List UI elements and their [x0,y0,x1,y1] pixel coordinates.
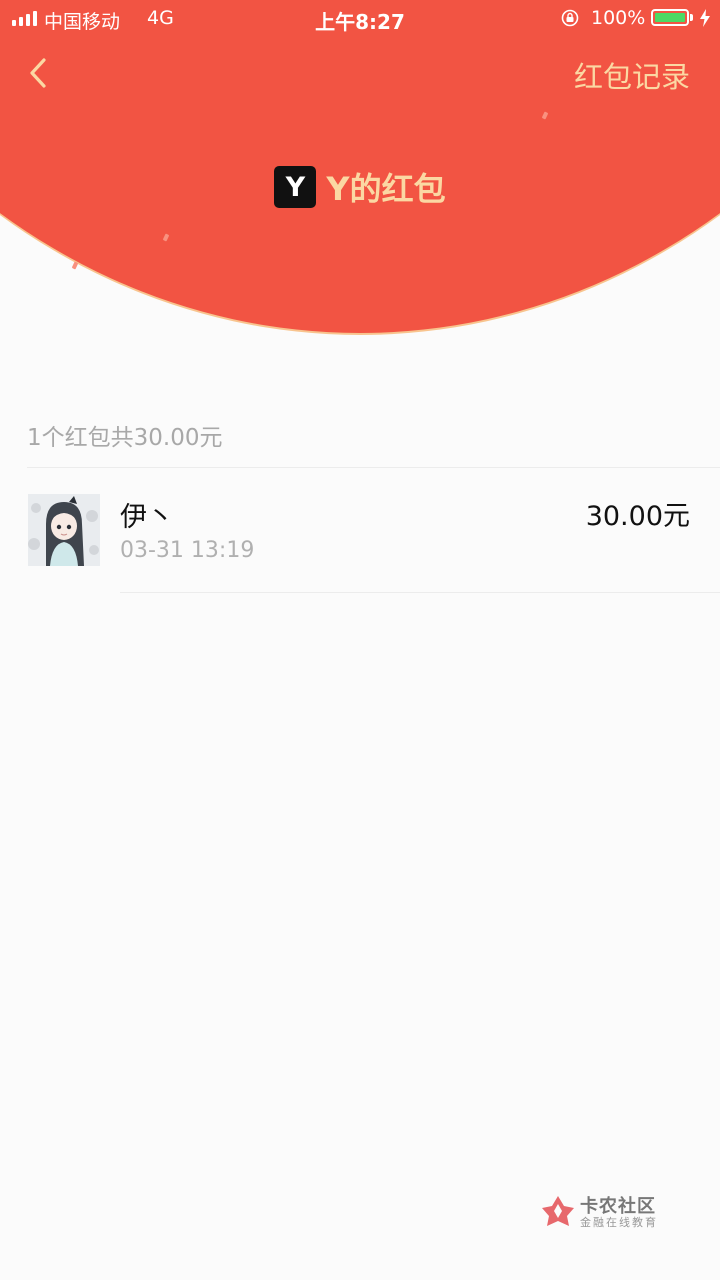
charging-bolt-icon [700,9,710,27]
avatar[interactable] [28,494,100,566]
battery-icon [651,9,689,26]
receive-time: 03-31 13:19 [120,538,255,563]
battery-percentage: 100% [591,7,646,29]
packet-summary: 1个红包共30.00元 [27,425,223,451]
rotation-lock-icon [561,9,579,27]
watermark: 卡农社区 金融在线教育 [540,1192,670,1232]
red-packet-detail-page: 中国移动 4G 上午8:27 100% 红包记录 Y Y的红包 1个红包共30.… [0,0,720,1280]
page-title: Y的红包 [326,170,446,208]
sender-title: Y Y的红包 [0,164,720,210]
decor-speck [71,261,79,270]
divider [120,592,720,593]
watermark-subtitle: 金融在线教育 [580,1216,658,1229]
status-bar: 中国移动 4G 上午8:27 100% [0,0,720,36]
avatar-illustration [28,494,100,566]
chevron-left-icon [30,58,46,88]
sender-avatar: Y [274,166,317,208]
receiver-name: 伊丶 [120,502,174,533]
list-item[interactable]: 伊丶 03-31 13:19 30.00元 [0,468,720,593]
battery-cap [690,14,693,21]
received-amount: 30.00元 [585,501,690,532]
back-button[interactable] [22,52,58,94]
red-packet-records-link[interactable]: 红包记录 [574,54,690,96]
kanong-logo-icon [542,1196,574,1226]
